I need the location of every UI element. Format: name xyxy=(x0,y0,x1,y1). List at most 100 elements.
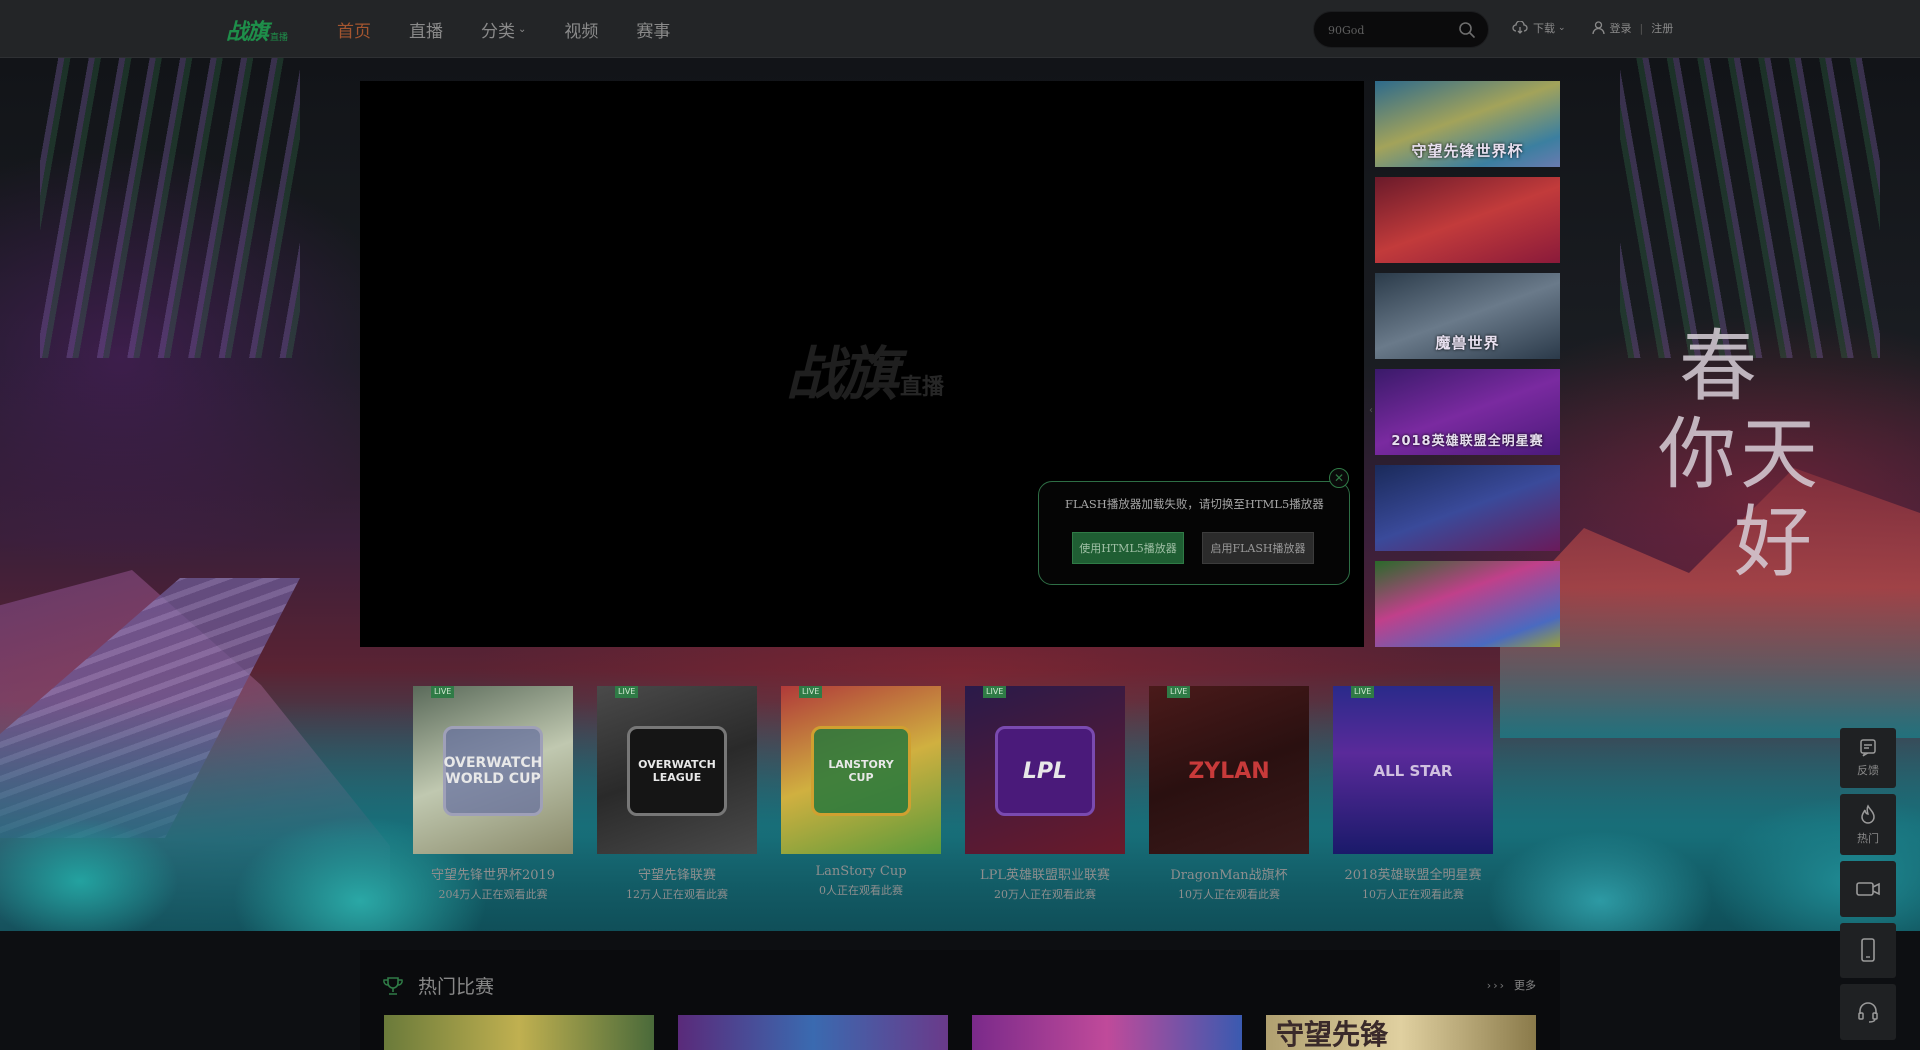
section-header: 热门比赛 xyxy=(382,972,494,999)
section-title: 热门比赛 xyxy=(418,976,495,998)
match-thumb[interactable] xyxy=(384,1015,654,1050)
live-card[interactable]: LIVE OVERWATCH LEAGUE 守望先锋联赛 12万人正在观看此赛 xyxy=(597,686,757,902)
spring-calligraphy: 春 你天 好 xyxy=(1640,323,1840,613)
live-card[interactable]: LIVE LANSTORY CUP LanStory Cup 0人正在观看此赛 xyxy=(781,686,941,902)
live-card-title: 2018英雄联盟全明星赛 xyxy=(1344,868,1482,883)
flash-error-dialog: FLASH播放器加载失败，请切换至HTML5播放器 使用HTML5播放器 启用F… xyxy=(1038,481,1350,585)
carousel-thumbnails: 守望先锋世界杯 魔兽世界 2018英雄联盟全明星赛 xyxy=(1375,81,1560,657)
search-input[interactable] xyxy=(1328,21,1448,39)
live-card-image: LIVE OVERWATCH WORLD CUP xyxy=(413,686,573,854)
nav-events[interactable]: 赛事 xyxy=(636,17,670,42)
nav-category-label: 分类 xyxy=(481,21,515,42)
video-button[interactable] xyxy=(1840,860,1896,917)
vine-decoration-left xyxy=(40,58,300,358)
calligraphy-line-1: 春 xyxy=(1678,322,1761,412)
live-events-row: LIVE OVERWATCH WORLD CUP 守望先锋世界杯2019 204… xyxy=(413,686,1517,902)
live-card-image: LIVE LANSTORY CUP xyxy=(781,686,941,854)
floating-side-toolbar: 反馈 热门 xyxy=(1840,728,1896,1046)
calligraphy-line-3: 好 xyxy=(1733,498,1816,588)
login-link[interactable]: 登录 xyxy=(1591,20,1632,36)
live-card-viewers: 10万人正在观看此赛 xyxy=(1178,888,1280,901)
live-card-viewers: 204万人正在观看此赛 xyxy=(438,888,548,901)
live-badge: LIVE xyxy=(1351,686,1375,698)
more-label: 更多 xyxy=(1514,979,1536,992)
chevron-down-icon: ⌄ xyxy=(1558,23,1566,33)
player-logo-subtext: 直播 xyxy=(900,375,945,400)
carousel-thumb[interactable] xyxy=(1375,561,1560,647)
download-link[interactable]: 下载 ⌄ xyxy=(1512,20,1566,36)
event-logo: ZYLAN xyxy=(1188,758,1270,784)
match-thumb[interactable]: 守望先锋 xyxy=(1266,1015,1536,1050)
player-watermark-logo: 战旗 直播 xyxy=(755,311,975,411)
more-link[interactable]: ››› 更多 xyxy=(1487,977,1536,993)
search-icon[interactable] xyxy=(1458,21,1476,39)
nav-home[interactable]: 首页 xyxy=(337,17,371,42)
hot-matches-section: 热门比赛 ››› 更多 守望先锋 xyxy=(360,950,1560,1050)
live-card-viewers: 10万人正在观看此赛 xyxy=(1362,888,1464,901)
close-icon[interactable]: ✕ xyxy=(1329,468,1349,488)
live-badge: LIVE xyxy=(983,686,1007,698)
event-logo: OVERWATCH LEAGUE xyxy=(627,726,727,816)
mobile-app-button[interactable] xyxy=(1840,922,1896,979)
match-thumb[interactable] xyxy=(678,1015,948,1050)
event-logo: LPL xyxy=(995,726,1095,816)
headset-icon xyxy=(1858,1002,1878,1023)
register-link[interactable]: 注册 xyxy=(1651,20,1673,36)
player-logo-text: 战旗 xyxy=(785,340,899,408)
customer-service-button[interactable] xyxy=(1840,984,1896,1041)
hot-button[interactable]: 热门 xyxy=(1840,794,1896,855)
live-card-title: LanStory Cup xyxy=(815,864,907,879)
live-badge: LIVE xyxy=(799,686,823,698)
user-icon xyxy=(1591,21,1605,35)
live-card-title: 守望先锋世界杯2019 xyxy=(430,868,556,883)
login-label: 登录 xyxy=(1609,22,1632,35)
live-card[interactable]: LIVE ALL STAR 2018英雄联盟全明星赛 10万人正在观看此赛 xyxy=(1333,686,1493,902)
logo-text: 战旗 xyxy=(226,20,269,45)
carousel-thumb[interactable] xyxy=(1375,177,1560,263)
hot-label: 热门 xyxy=(1857,831,1879,845)
search-box xyxy=(1313,11,1489,48)
live-card-image: LIVE ZYLAN xyxy=(1149,686,1309,854)
live-card[interactable]: LIVE OVERWATCH WORLD CUP 守望先锋世界杯2019 204… xyxy=(413,686,573,902)
main-nav: 首页 直播 分类 ⌄ 视频 赛事 xyxy=(337,0,708,58)
live-card-title: LPL英雄联盟职业联赛 xyxy=(979,868,1110,883)
carousel-thumb[interactable]: 魔兽世界 xyxy=(1375,273,1560,359)
top-header: 战旗 直播 首页 直播 分类 ⌄ 视频 赛事 下载 ⌄ xyxy=(0,0,1920,58)
cloud-download-icon xyxy=(1512,21,1528,34)
feedback-button[interactable]: 反馈 xyxy=(1840,728,1896,789)
more-dots-icon: ››› xyxy=(1486,978,1506,992)
flash-error-message: FLASH播放器加载失败，请切换至HTML5播放器 xyxy=(1065,497,1324,511)
event-logo: ALL STAR xyxy=(1373,762,1453,780)
live-card[interactable]: LIVE ZYLAN DragonMan战旗杯 10万人正在观看此赛 xyxy=(1149,686,1309,902)
vine-decoration-right xyxy=(1620,58,1880,358)
video-player[interactable]: 战旗 直播 FLASH播放器加载失败，请切换至HTML5播放器 使用HTML5播… xyxy=(360,81,1364,647)
feedback-icon xyxy=(1860,739,1876,757)
live-card[interactable]: LIVE LPL LPL英雄联盟职业联赛 20万人正在观看此赛 xyxy=(965,686,1125,902)
live-card-image: LIVE ALL STAR xyxy=(1333,686,1493,854)
enable-flash-player-button[interactable]: 启用FLASH播放器 xyxy=(1202,532,1314,564)
nav-video[interactable]: 视频 xyxy=(564,17,598,42)
match-thumbnails: 守望先锋 xyxy=(384,1015,1560,1050)
feedback-label: 反馈 xyxy=(1857,764,1879,778)
site-logo[interactable]: 战旗 直播 xyxy=(226,12,296,46)
video-icon xyxy=(1856,881,1880,896)
live-badge: LIVE xyxy=(1167,686,1191,698)
match-thumb[interactable] xyxy=(972,1015,1242,1050)
nav-live[interactable]: 直播 xyxy=(409,17,443,42)
logo-subtext: 直播 xyxy=(270,33,289,43)
download-label: 下载 xyxy=(1533,22,1555,35)
carousel-thumb[interactable]: 守望先锋世界杯 xyxy=(1375,81,1560,167)
live-card-title: DragonMan战旗杯 xyxy=(1170,868,1288,883)
live-badge: LIVE xyxy=(431,686,455,698)
event-logo: LANSTORY CUP xyxy=(811,726,911,816)
nav-category[interactable]: 分类 ⌄ xyxy=(481,17,526,42)
carousel-thumb[interactable] xyxy=(1375,465,1560,551)
event-logo: OVERWATCH WORLD CUP xyxy=(443,726,543,816)
header-links: 下载 ⌄ 登录 | 注册 xyxy=(1512,20,1673,36)
link-separator: | xyxy=(1639,21,1644,35)
live-badge: LIVE xyxy=(615,686,639,698)
live-card-viewers: 20万人正在观看此赛 xyxy=(994,888,1096,901)
use-html5-player-button[interactable]: 使用HTML5播放器 xyxy=(1072,532,1184,564)
thumb-caption: 魔兽世界 xyxy=(1435,334,1500,352)
carousel-thumb[interactable]: 2018英雄联盟全明星赛 xyxy=(1375,369,1560,455)
